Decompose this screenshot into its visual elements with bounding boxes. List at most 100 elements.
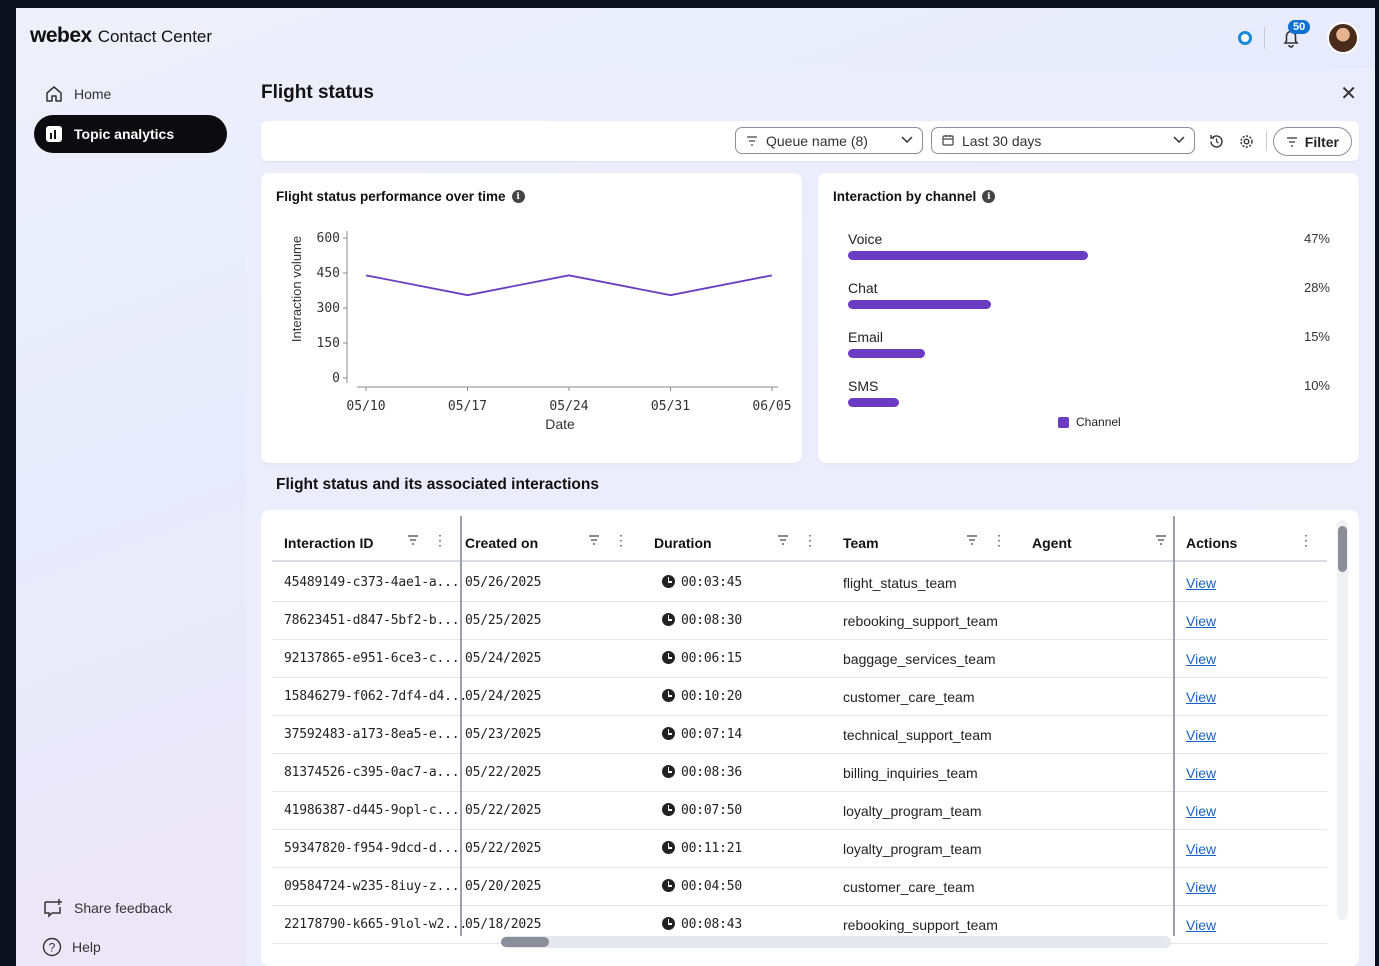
column-header-actions[interactable]: Actions [1186, 535, 1237, 551]
bar[interactable] [848, 349, 925, 358]
column-filter-icon[interactable] [405, 532, 421, 548]
duration-cell: 00:07:14 [662, 727, 742, 742]
chevron-down-icon [1172, 132, 1186, 149]
interaction-id-cell: 09584724-w235-8iuy-z... [284, 879, 460, 894]
app-window: webex Contact Center 50 Home Topic analy… [16, 8, 1375, 966]
info-icon[interactable]: i [982, 190, 996, 203]
share-feedback-button[interactable]: Share feedback [42, 897, 172, 919]
view-link[interactable]: View [1186, 803, 1216, 819]
view-link[interactable]: View [1186, 917, 1216, 933]
clock-icon [662, 765, 675, 778]
close-icon[interactable]: ✕ [1340, 84, 1357, 104]
table-row[interactable]: 41986387-d445-9opl-c... 05/22/2025 00:07:5… [272, 792, 1327, 830]
duration-value: 00:10:20 [681, 689, 743, 704]
refresh-icon[interactable] [1206, 131, 1226, 151]
notifications-button[interactable]: 50 [1279, 20, 1311, 50]
scrollbar-thumb[interactable] [501, 937, 549, 947]
clock-icon [662, 651, 675, 664]
view-link[interactable]: View [1186, 613, 1216, 629]
queue-name-dropdown[interactable]: Queue name (8) [735, 127, 923, 154]
x-tick-label: 05/24 [549, 399, 588, 414]
column-menu-icon[interactable]: ⋮ [991, 532, 1007, 548]
column-menu-icon[interactable]: ⋮ [613, 532, 629, 548]
bar-category-label: Chat [848, 280, 878, 296]
y-tick-label: 300 [317, 301, 340, 316]
horizontal-scrollbar[interactable] [501, 936, 1171, 948]
column-header-team[interactable]: Team [843, 535, 879, 551]
bar[interactable] [848, 251, 1088, 260]
interaction-id-cell: 59347820-f954-9dcd-d... [284, 841, 460, 856]
sidebar-item-topic-analytics[interactable]: Topic analytics [34, 115, 227, 153]
column-filter-icon[interactable] [964, 532, 980, 548]
user-avatar[interactable] [1327, 22, 1359, 54]
bar[interactable] [848, 398, 900, 407]
duration-cell: 00:10:20 [662, 689, 742, 704]
toolbar-divider [1266, 131, 1267, 151]
table-header: Interaction ID ⋮ Created on ⋮ Duration ⋮ Team ⋮… [272, 510, 1327, 562]
y-axis-label: Interaction volume [289, 236, 304, 342]
table-row[interactable]: 37592483-a173-8ea5-e... 05/23/2025 00:07:1… [272, 716, 1327, 754]
column-filter-icon[interactable] [586, 532, 602, 548]
created-on-cell: 05/18/2025 [465, 917, 542, 932]
column-divider[interactable] [1173, 516, 1175, 936]
main-panel: Flight status ✕ Queue name (8) Last 30 d… [246, 68, 1375, 966]
y-tick-label: 600 [317, 231, 340, 246]
bar-value-label: 15% [1303, 329, 1330, 344]
filter-button[interactable]: Filter [1272, 127, 1352, 156]
column-divider[interactable] [460, 516, 462, 936]
brand: webex Contact Center [30, 24, 212, 48]
column-filter-icon[interactable] [775, 532, 791, 548]
brand-text: Contact Center [97, 27, 213, 46]
date-range-dropdown[interactable]: Last 30 days [931, 127, 1195, 154]
clock-icon [662, 613, 675, 626]
duration-value: 00:11:21 [681, 841, 743, 856]
column-filter-icon[interactable] [1153, 532, 1169, 548]
performance-chart-card: Flight status performance over time i 01… [261, 173, 802, 463]
view-link[interactable]: View [1186, 689, 1216, 705]
view-link[interactable]: View [1186, 575, 1216, 591]
column-menu-icon[interactable]: ⋮ [802, 532, 818, 548]
created-on-cell: 05/24/2025 [465, 651, 542, 666]
interaction-id-cell: 22178790-k665-9lol-w2... [284, 917, 468, 932]
feedback-icon [44, 899, 62, 918]
column-menu-icon[interactable]: ⋮ [432, 532, 448, 548]
gear-icon[interactable] [1236, 131, 1256, 151]
view-link[interactable]: View [1186, 765, 1216, 781]
bar-category-label: Email [848, 329, 884, 345]
scrollbar-thumb[interactable] [1338, 526, 1347, 572]
help-button[interactable]: ? Help [42, 937, 101, 957]
view-link[interactable]: View [1186, 879, 1216, 895]
created-on-cell: 05/25/2025 [465, 613, 542, 628]
column-header-duration[interactable]: Duration [654, 535, 712, 551]
column-header-agent[interactable]: Agent [1032, 535, 1072, 551]
table-row[interactable]: 15846279-f062-7df4-d4... 05/24/2025 00:10:… [272, 678, 1327, 716]
column-menu-icon[interactable]: ⋮ [1298, 532, 1314, 548]
vertical-scrollbar[interactable] [1337, 520, 1348, 920]
queue-name-label: Queue name (8) [766, 132, 868, 149]
page-title: Flight status [261, 82, 374, 103]
clock-icon [662, 879, 675, 892]
bar-value-label: 28% [1303, 280, 1330, 295]
column-header-interaction-id[interactable]: Interaction ID [284, 535, 373, 551]
column-header-created-on[interactable]: Created on [465, 535, 538, 551]
table-row[interactable]: 45489149-c373-4ae1-a... 05/26/2025 00:03:4… [272, 564, 1327, 602]
table-row[interactable]: 92137865-e951-6ce3-c... 05/24/2025 00:06:1… [272, 640, 1327, 678]
svg-text:?: ? [49, 941, 56, 955]
help-icon: ? [42, 937, 62, 957]
clock-icon [662, 803, 675, 816]
team-cell: billing_inquiries_team [843, 765, 978, 781]
view-link[interactable]: View [1186, 841, 1216, 857]
view-link[interactable]: View [1186, 727, 1216, 743]
clock-icon [662, 727, 675, 740]
table-row[interactable]: 78623451-d847-5bf2-b... 05/25/2025 00:08:3… [272, 602, 1327, 640]
table-row[interactable]: 09584724-w235-8iuy-z... 05/20/2025 00:04:5… [272, 868, 1327, 906]
table-row[interactable]: 81374526-c395-0ac7-a... 05/22/2025 00:08:3… [272, 754, 1327, 792]
sidebar-item-home[interactable]: Home [34, 75, 227, 113]
share-feedback-label: Share feedback [74, 900, 173, 916]
presence-status-icon[interactable] [1238, 31, 1252, 45]
clock-icon [662, 689, 675, 702]
view-link[interactable]: View [1186, 651, 1216, 667]
table-row[interactable]: 59347820-f954-9dcd-d... 05/22/2025 00:11:2… [272, 830, 1327, 868]
bar[interactable] [848, 300, 991, 309]
interaction-id-cell: 81374526-c395-0ac7-a... [284, 765, 460, 780]
